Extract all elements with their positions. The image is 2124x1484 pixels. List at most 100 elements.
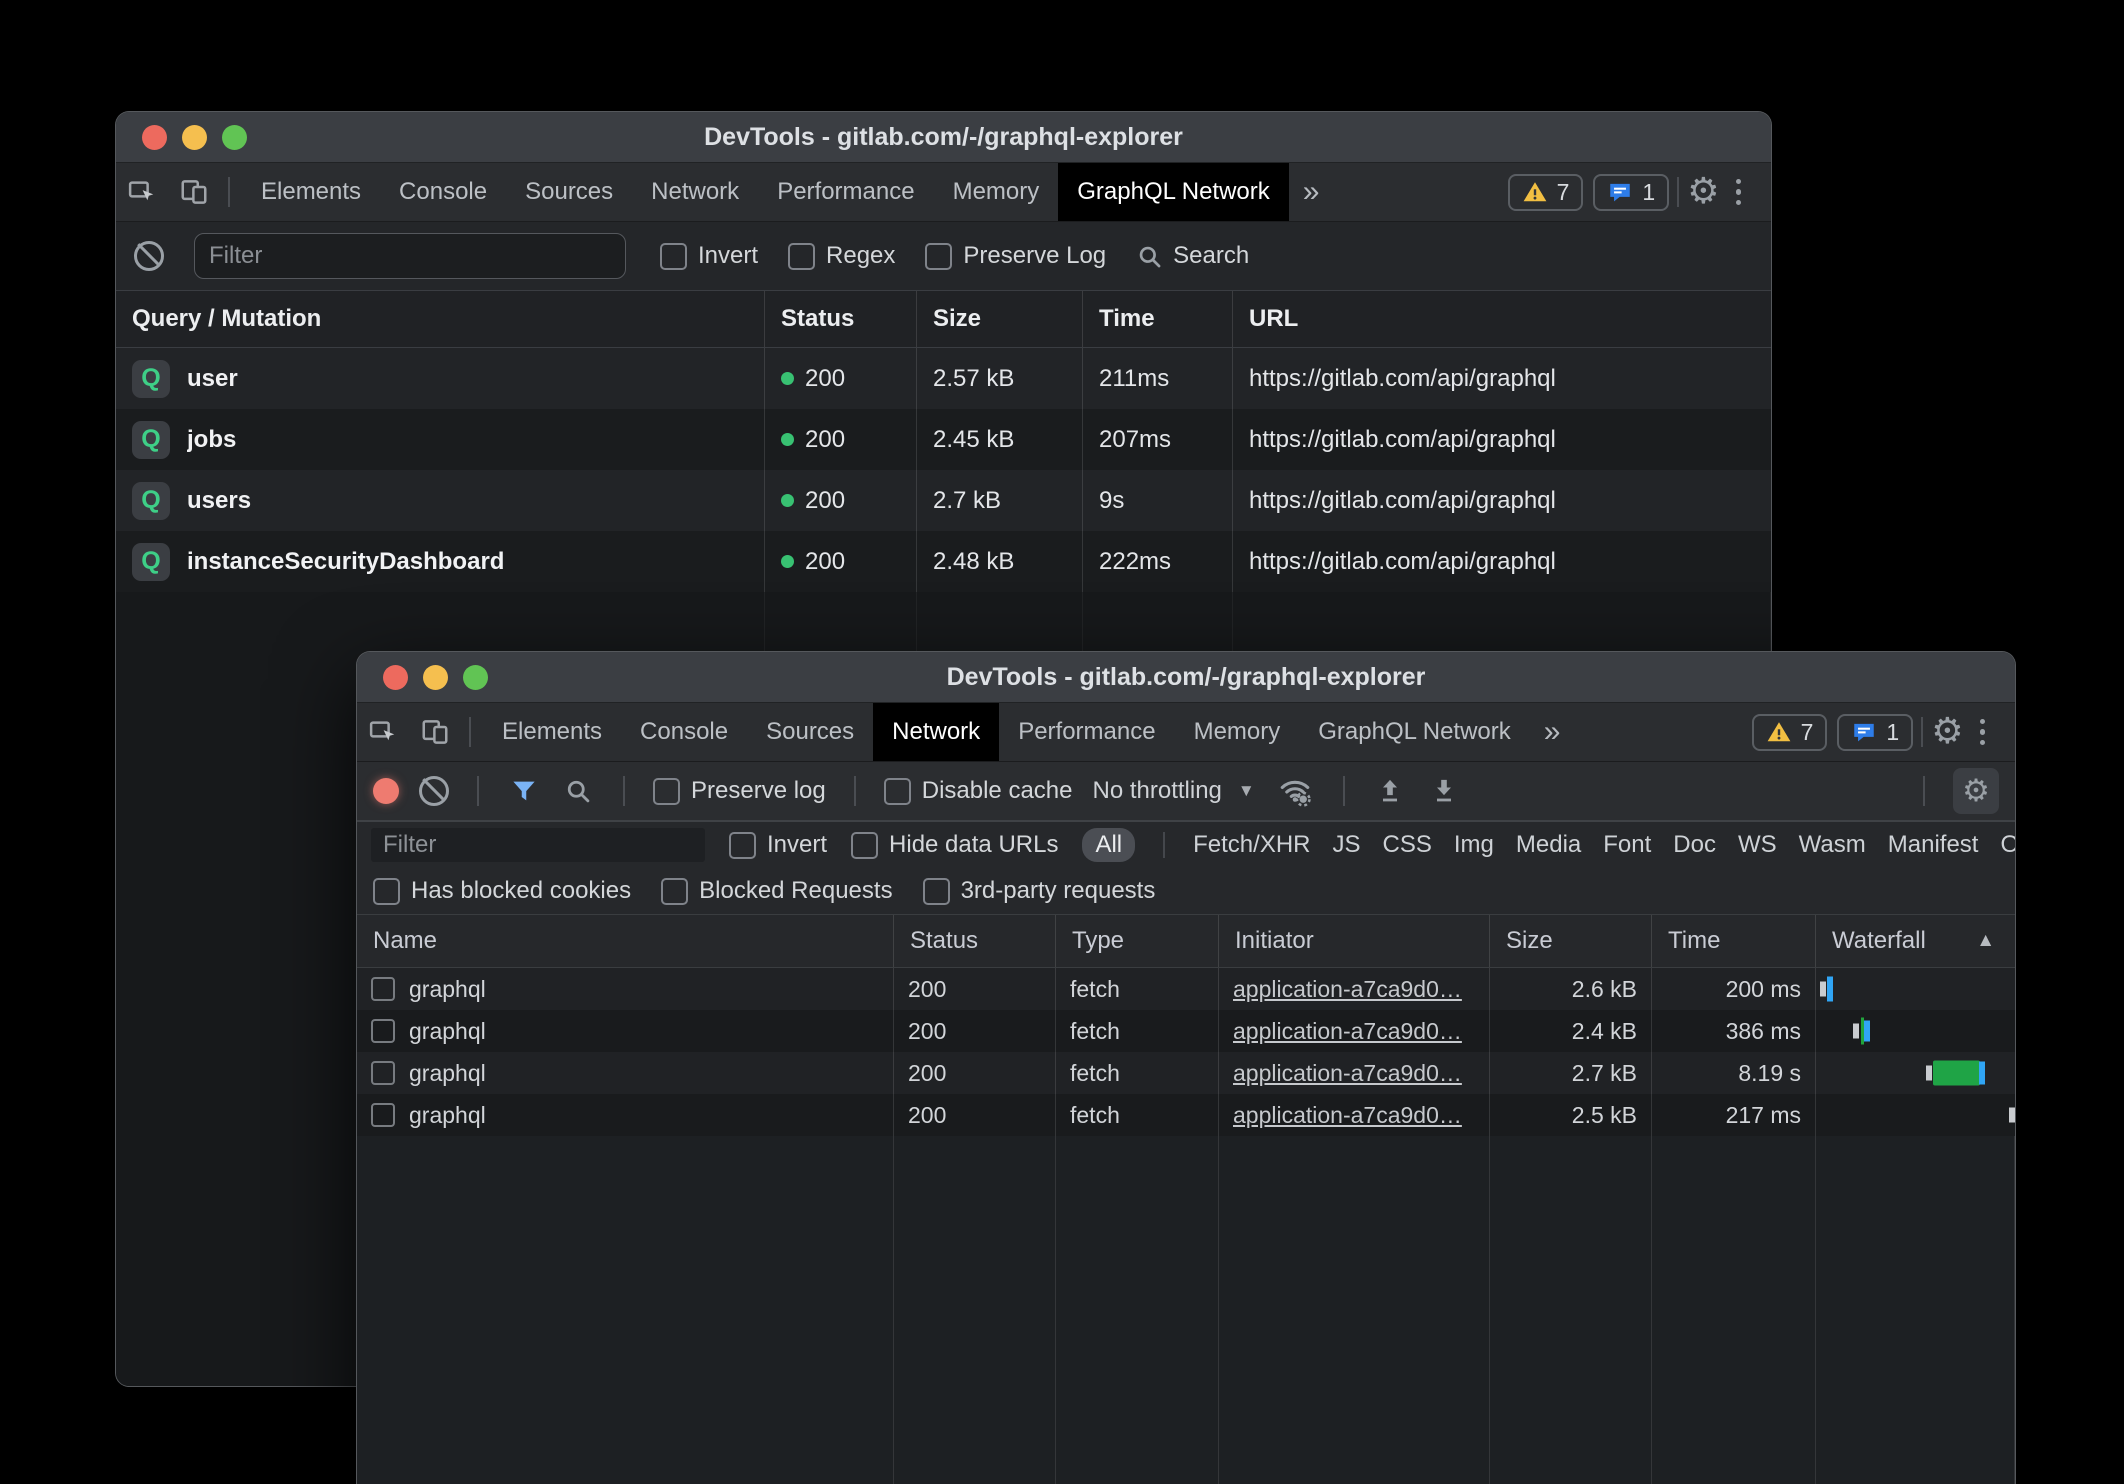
tab-performance[interactable]: Performance xyxy=(999,703,1174,761)
column-header-name[interactable]: Name xyxy=(357,915,894,967)
zoom-button[interactable] xyxy=(463,665,488,690)
tab-memory[interactable]: Memory xyxy=(934,163,1059,221)
blocked-requests-checkbox[interactable]: Blocked Requests xyxy=(661,877,892,905)
row-checkbox[interactable] xyxy=(371,1103,395,1127)
tab-elements[interactable]: Elements xyxy=(483,703,621,761)
tab-network[interactable]: Network xyxy=(873,703,999,761)
tab-network[interactable]: Network xyxy=(632,163,758,221)
record-button[interactable] xyxy=(373,778,399,804)
har-import-icon[interactable] xyxy=(1427,777,1461,805)
type-chip-all[interactable]: All xyxy=(1082,828,1135,862)
query-row[interactable]: Qjobs2002.45 kB207mshttps://gitlab.com/a… xyxy=(116,409,1771,470)
inspect-icon[interactable] xyxy=(357,703,409,761)
close-button[interactable] xyxy=(142,125,167,150)
column-header-waterfall[interactable]: Waterfall▲ xyxy=(1816,915,2015,967)
preserve-log-checkbox[interactable]: Preserve log xyxy=(653,777,826,805)
type-chip-font[interactable]: Font xyxy=(1603,831,1651,859)
front-titlebar[interactable]: DevTools - gitlab.com/-/graphql-explorer xyxy=(357,652,2015,703)
type-chip-doc[interactable]: Doc xyxy=(1673,831,1716,859)
initiator-link[interactable]: application-a7ca9d0… xyxy=(1233,1102,1462,1129)
initiator-link[interactable]: application-a7ca9d0… xyxy=(1233,1060,1462,1087)
invert-checkbox[interactable]: Invert xyxy=(660,242,758,270)
query-row[interactable]: QinstanceSecurityDashboard2002.48 kB222m… xyxy=(116,531,1771,592)
throttling-select[interactable]: No throttling ▼ xyxy=(1092,777,1254,805)
column-header-initiator[interactable]: Initiator xyxy=(1219,915,1490,967)
tab-memory[interactable]: Memory xyxy=(1175,703,1300,761)
kebab-menu-icon[interactable] xyxy=(1964,719,2002,746)
settings-gear-icon[interactable]: ⚙ xyxy=(1931,714,1963,750)
messages-badge[interactable]: 1 xyxy=(1837,714,1913,751)
warnings-badge[interactable]: 7 xyxy=(1508,174,1584,211)
messages-badge[interactable]: 1 xyxy=(1593,174,1669,211)
column-header-time[interactable]: Time xyxy=(1083,291,1233,347)
close-button[interactable] xyxy=(383,665,408,690)
settings-gear-icon[interactable]: ⚙ xyxy=(1687,174,1719,210)
inspect-icon[interactable] xyxy=(116,163,168,221)
column-header-status[interactable]: Status xyxy=(765,291,917,347)
type-chip-other[interactable]: Other xyxy=(2000,831,2016,859)
tab-elements[interactable]: Elements xyxy=(242,163,380,221)
invert-checkbox[interactable]: Invert xyxy=(729,831,827,859)
network-settings-gear-icon[interactable]: ⚙ xyxy=(1953,768,1999,814)
column-header-status[interactable]: Status xyxy=(894,915,1056,967)
type-chip-ws[interactable]: WS xyxy=(1738,831,1777,859)
preserve-log-checkbox[interactable]: Preserve Log xyxy=(925,242,1106,270)
device-toolbar-icon[interactable] xyxy=(168,163,220,221)
tab-sources[interactable]: Sources xyxy=(747,703,873,761)
request-row[interactable]: graphql200fetchapplication-a7ca9d0…2.4 k… xyxy=(357,1010,2015,1052)
type-chip-js[interactable]: JS xyxy=(1333,831,1361,859)
device-toolbar-icon[interactable] xyxy=(409,703,461,761)
search-button[interactable]: Search xyxy=(1136,242,1249,270)
type-chip-fetch-xhr[interactable]: Fetch/XHR xyxy=(1193,831,1310,859)
hide-data-urls-checkbox[interactable]: Hide data URLs xyxy=(851,831,1058,859)
type-chip-media[interactable]: Media xyxy=(1516,831,1581,859)
type-chip-css[interactable]: CSS xyxy=(1383,831,1432,859)
warnings-badge[interactable]: 7 xyxy=(1752,714,1828,751)
request-row[interactable]: graphql200fetchapplication-a7ca9d0…2.7 k… xyxy=(357,1052,2015,1094)
column-header-type[interactable]: Type xyxy=(1056,915,1219,967)
column-header-time[interactable]: Time xyxy=(1652,915,1816,967)
column-header-size[interactable]: Size xyxy=(917,291,1083,347)
filter-input[interactable] xyxy=(194,233,626,279)
tab-console[interactable]: Console xyxy=(621,703,747,761)
disable-cache-checkbox[interactable]: Disable cache xyxy=(884,777,1073,805)
zoom-button[interactable] xyxy=(222,125,247,150)
status-cell: 200 xyxy=(894,968,1056,1010)
column-header-query-mutation[interactable]: Query / Mutation xyxy=(116,291,765,347)
tab-sources[interactable]: Sources xyxy=(506,163,632,221)
back-titlebar[interactable]: DevTools - gitlab.com/-/graphql-explorer xyxy=(116,112,1771,163)
clear-icon[interactable] xyxy=(134,241,164,271)
filter-funnel-icon[interactable] xyxy=(507,776,541,806)
clear-icon[interactable] xyxy=(419,776,449,806)
tab-console[interactable]: Console xyxy=(380,163,506,221)
filter-input[interactable] xyxy=(371,828,705,862)
3rd-party-requests-checkbox[interactable]: 3rd-party requests xyxy=(923,877,1156,905)
kebab-menu-icon[interactable] xyxy=(1720,179,1758,206)
type-chip-manifest[interactable]: Manifest xyxy=(1888,831,1979,859)
request-row[interactable]: graphql200fetchapplication-a7ca9d0…2.5 k… xyxy=(357,1094,2015,1136)
row-checkbox[interactable] xyxy=(371,1019,395,1043)
more-tabs-icon[interactable]: » xyxy=(1289,163,1334,221)
search-icon[interactable] xyxy=(561,777,595,805)
row-checkbox[interactable] xyxy=(371,977,395,1001)
tab-graphql-network[interactable]: GraphQL Network xyxy=(1058,163,1289,221)
request-row[interactable]: graphql200fetchapplication-a7ca9d0…2.6 k… xyxy=(357,968,2015,1010)
initiator-link[interactable]: application-a7ca9d0… xyxy=(1233,1018,1462,1045)
initiator-link[interactable]: application-a7ca9d0… xyxy=(1233,976,1462,1003)
minimize-button[interactable] xyxy=(423,665,448,690)
minimize-button[interactable] xyxy=(182,125,207,150)
row-checkbox[interactable] xyxy=(371,1061,395,1085)
has-blocked-cookies-checkbox[interactable]: Has blocked cookies xyxy=(373,877,631,905)
column-header-size[interactable]: Size xyxy=(1490,915,1652,967)
query-row[interactable]: Quser2002.57 kB211mshttps://gitlab.com/a… xyxy=(116,348,1771,409)
har-export-icon[interactable] xyxy=(1373,777,1407,805)
type-chip-img[interactable]: Img xyxy=(1454,831,1494,859)
network-conditions-icon[interactable] xyxy=(1275,774,1315,808)
tab-graphql-network[interactable]: GraphQL Network xyxy=(1299,703,1530,761)
more-tabs-icon[interactable]: » xyxy=(1530,703,1575,761)
query-row[interactable]: Qusers2002.7 kB9shttps://gitlab.com/api/… xyxy=(116,470,1771,531)
regex-checkbox[interactable]: Regex xyxy=(788,242,895,270)
type-chip-wasm[interactable]: Wasm xyxy=(1799,831,1866,859)
column-header-url[interactable]: URL xyxy=(1233,291,1771,347)
tab-performance[interactable]: Performance xyxy=(758,163,933,221)
